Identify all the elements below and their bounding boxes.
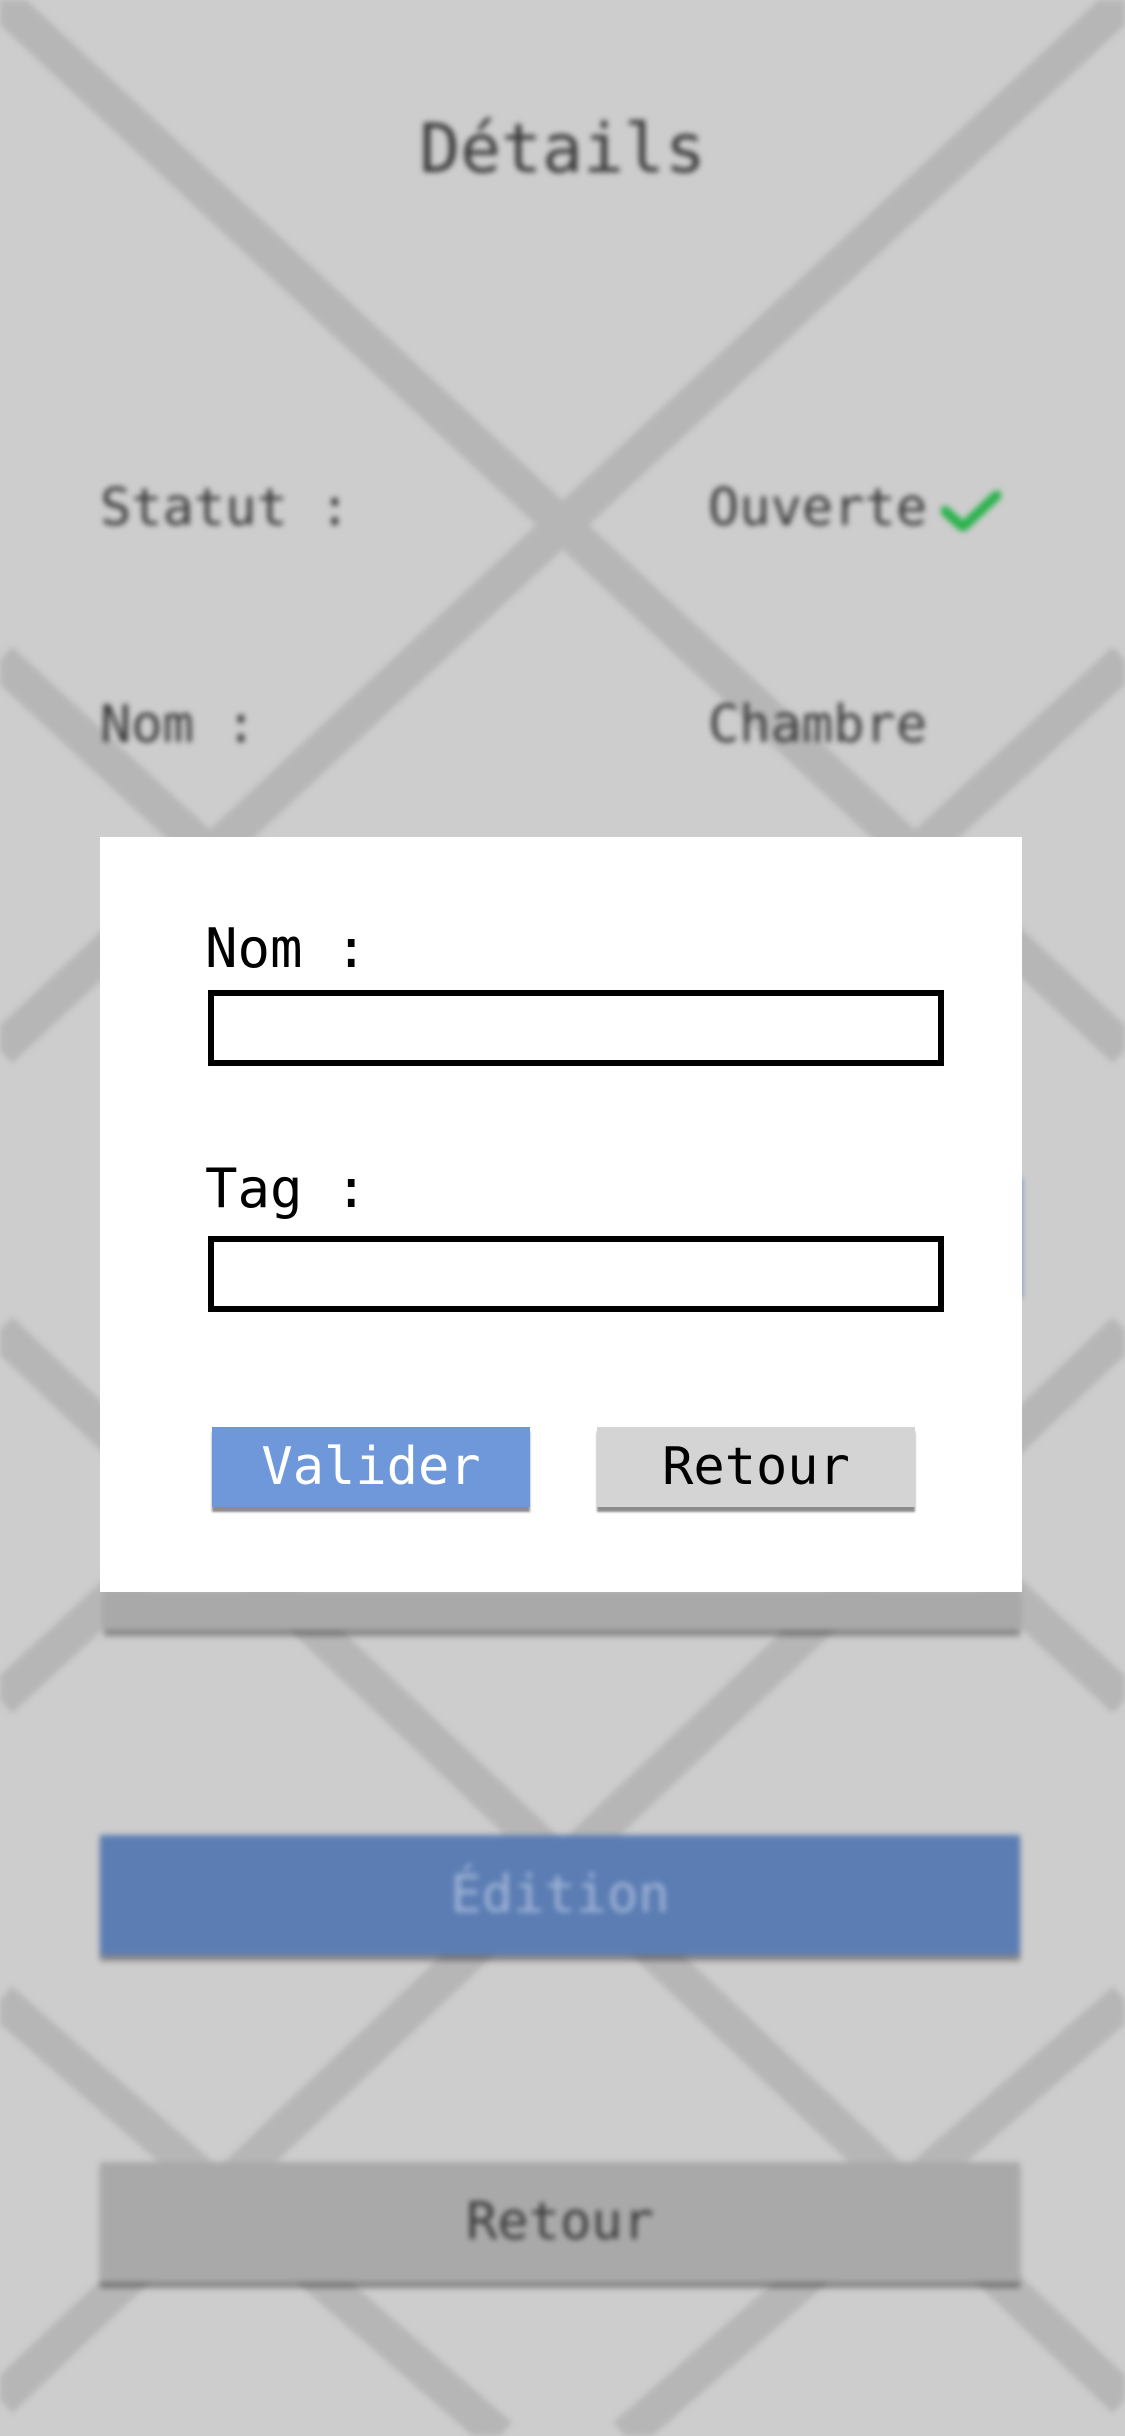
edit-button[interactable]: Édition (100, 1835, 1020, 1955)
checkmark-icon (941, 491, 1002, 531)
hidden-button (104, 1590, 1020, 1630)
back-button[interactable]: Retour (100, 2162, 1020, 2282)
tag-field-label: Tag : (205, 1157, 368, 1220)
name-field-label: Nom : (205, 917, 368, 980)
confirm-button[interactable]: Valider (212, 1427, 530, 1507)
status-text: Ouverte (708, 478, 928, 538)
page-title: Détails (419, 110, 706, 189)
edit-dialog: Nom : Tag : Valider Retour (100, 837, 1022, 1592)
name-field[interactable] (208, 990, 944, 1066)
cancel-button[interactable]: Retour (597, 1427, 915, 1507)
name-value: Chambre (708, 695, 928, 755)
status-label: Statut : (100, 478, 351, 538)
status-value: Ouverte (708, 478, 1002, 538)
name-label: Nom : (100, 695, 257, 755)
tag-field[interactable] (208, 1236, 944, 1312)
